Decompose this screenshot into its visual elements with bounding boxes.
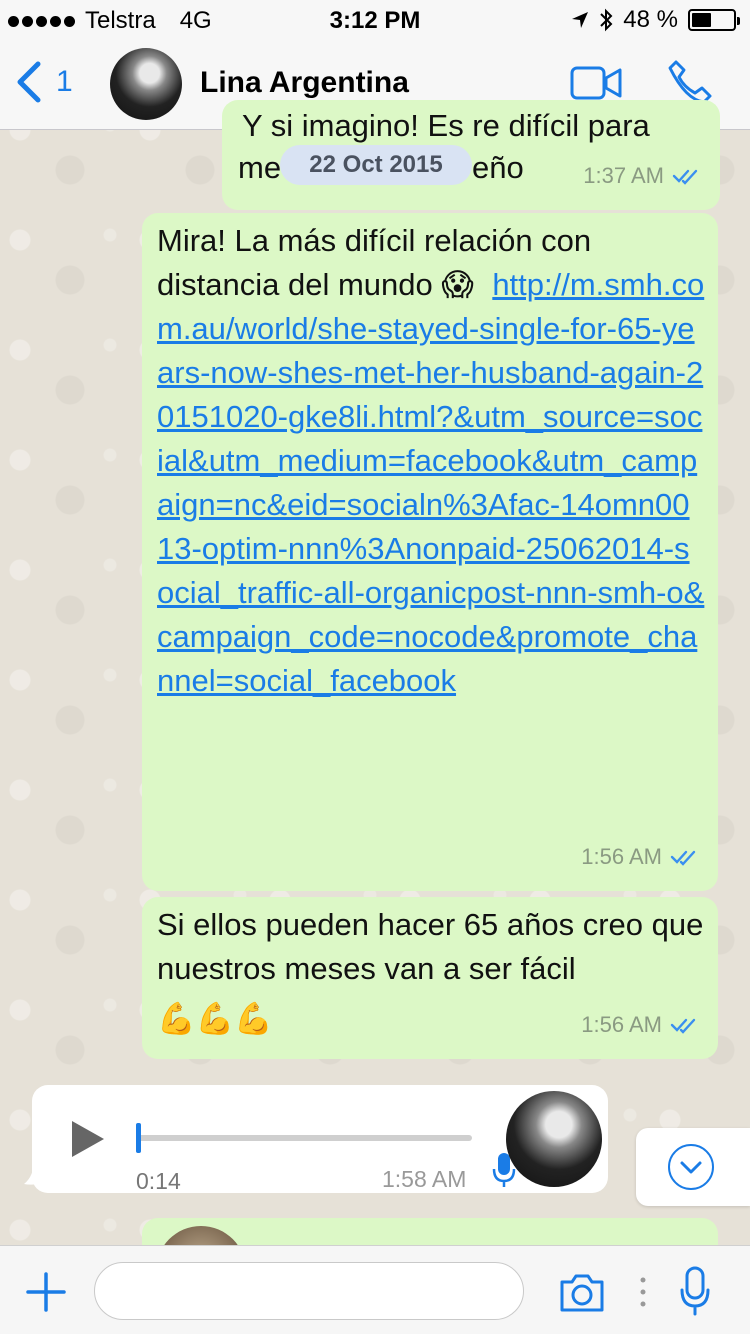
read-receipt-icon	[672, 169, 698, 185]
location-arrow-icon	[572, 12, 589, 28]
scream-emoji: 😱	[441, 267, 474, 302]
contact-name[interactable]: Lina Argentina	[200, 66, 409, 100]
message-time: 1:37 AM	[583, 163, 664, 188]
message-time: 1:58 AM	[382, 1166, 467, 1192]
battery-percent: 48 %	[623, 6, 678, 33]
back-button[interactable]: 1	[14, 60, 73, 104]
bluetooth-icon	[600, 8, 613, 32]
chevron-down-icon	[668, 1144, 714, 1190]
bubble-tail	[24, 1160, 44, 1185]
message-text-line: Y si imagino! Es re difícil para	[242, 108, 650, 143]
message-text: Si ellos pueden hacer 65 años creo que n…	[157, 907, 704, 986]
message-bubble-3[interactable]: Si ellos pueden hacer 65 años creo que n…	[142, 897, 718, 1059]
message-input[interactable]	[94, 1262, 524, 1320]
voice-duration: 0:14	[136, 1168, 181, 1194]
microphone-icon[interactable]	[680, 1266, 710, 1316]
contact-avatar[interactable]	[110, 48, 182, 120]
message-composer	[0, 1245, 750, 1334]
play-icon[interactable]	[68, 1117, 108, 1161]
flexed-biceps-emoji: 💪💪💪	[157, 1001, 273, 1036]
status-bar: Telstra 4G 3:12 PM 48 %	[0, 0, 750, 40]
plus-icon[interactable]	[26, 1272, 66, 1312]
back-chevron-icon	[17, 61, 41, 103]
battery-icon	[688, 9, 740, 31]
unread-count: 1	[56, 65, 73, 98]
message-bubble-2[interactable]: Mira! La más difícil relación con distan…	[142, 213, 718, 891]
message-link[interactable]: http://m.smh.com.au/world/she-stayed-sin…	[157, 267, 704, 698]
phone-icon[interactable]	[666, 58, 714, 106]
message-time: 1:56 AM	[581, 844, 662, 869]
read-receipt-icon	[670, 850, 696, 866]
message-time: 1:56 AM	[581, 1012, 662, 1037]
video-call-icon[interactable]	[570, 64, 622, 102]
message-text-fragment: eño	[472, 150, 524, 185]
more-options-icon[interactable]	[640, 1274, 646, 1310]
sender-avatar	[506, 1091, 602, 1187]
read-receipt-icon	[670, 1018, 696, 1034]
voice-progress-track[interactable]	[136, 1135, 472, 1141]
voice-progress-handle[interactable]	[136, 1123, 141, 1153]
scroll-to-bottom-button[interactable]	[636, 1128, 750, 1206]
date-separator: 22 Oct 2015	[280, 145, 472, 185]
message-text-fragment: me	[238, 150, 282, 185]
voice-message-bubble[interactable]: 0:14 1:58 AM	[32, 1085, 608, 1194]
camera-icon[interactable]	[558, 1272, 606, 1314]
